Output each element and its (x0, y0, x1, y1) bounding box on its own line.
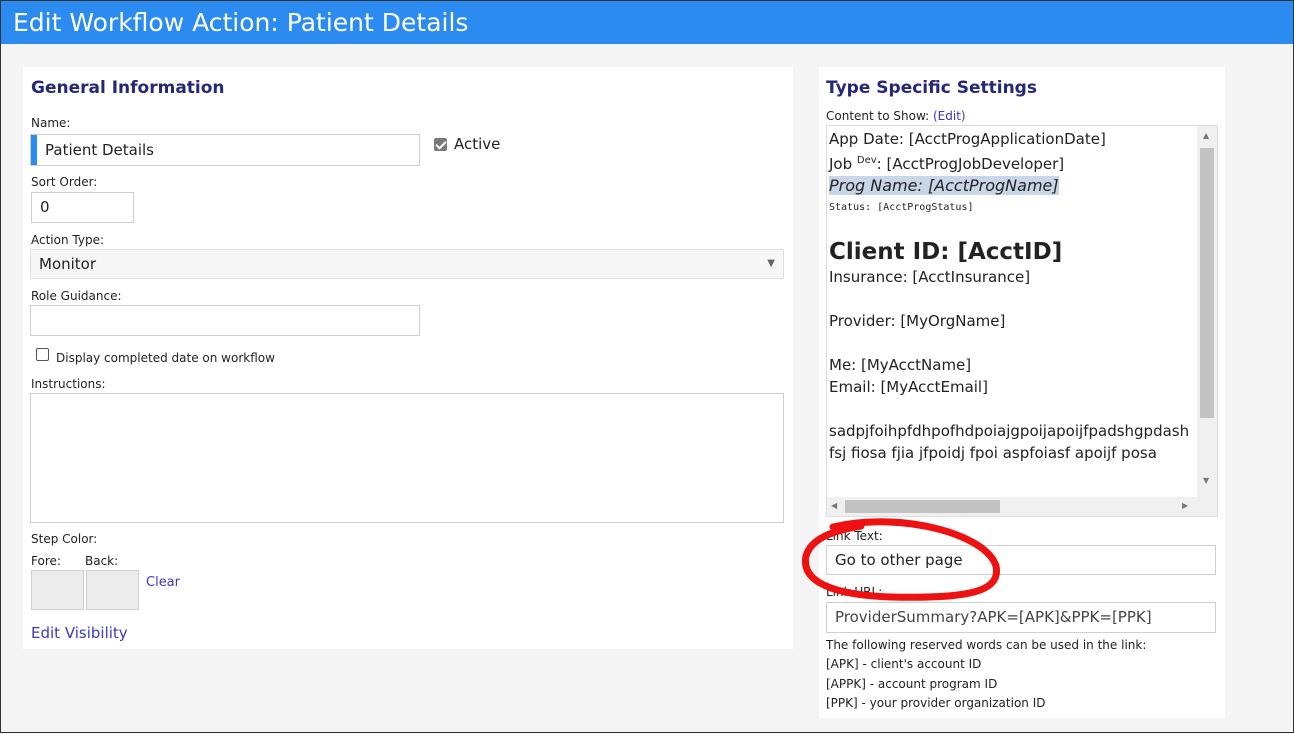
general-information-heading: General Information (31, 78, 225, 98)
window-title: Edit Workflow Action: Patient Details (1, 1, 1293, 44)
reserved-word-apk: [APK] - client's account ID (826, 657, 982, 671)
prog-name-line: Prog Name: [AcctProgName] (829, 175, 1199, 197)
sort-order-value: 0 (40, 198, 50, 216)
job-line: Job Dev: [AcctProgJobDeveloper] (829, 150, 1199, 175)
horizontal-scroll-thumb[interactable] (845, 500, 1000, 513)
email-line: Email: [MyAcctEmail] (829, 378, 988, 396)
scroll-right-icon[interactable]: ▶ (1182, 501, 1188, 510)
type-specific-heading: Type Specific Settings (826, 78, 1037, 98)
type-specific-settings-panel: Type Specific Settings Content to Show: … (819, 67, 1225, 718)
reserved-words-intro: The following reserved words can be used… (826, 638, 1147, 652)
name-field[interactable]: Patient Details (30, 134, 420, 166)
horizontal-scrollbar[interactable]: ◀ ▶ (827, 497, 1217, 516)
name-label: Name: (31, 116, 71, 130)
vertical-scroll-thumb[interactable] (1200, 148, 1214, 418)
reserved-word-ppk: [PPK] - your provider organization ID (826, 696, 1046, 710)
content-preview-text: App Date: [AcctProgApplicationDate] Job … (829, 128, 1199, 464)
job-sup: Dev (856, 155, 877, 166)
sort-order-field[interactable]: 0 (31, 192, 134, 223)
app-date-line: App Date: [AcctProgApplicationDate] (829, 130, 1106, 148)
clear-link[interactable]: Clear (146, 575, 180, 590)
back-color-swatch[interactable] (86, 570, 139, 610)
job-prefix: Job (829, 155, 857, 173)
scroll-left-icon[interactable]: ◀ (831, 501, 837, 510)
instructions-textarea[interactable] (30, 393, 784, 523)
edit-visibility-link[interactable]: Edit Visibility (31, 624, 128, 642)
scroll-up-icon[interactable]: ▲ (1203, 131, 1209, 140)
name-value: Patient Details (45, 141, 154, 159)
content-to-show-label: Content to Show: (Edit) (826, 109, 966, 123)
step-color-label: Step Color: (31, 532, 98, 546)
role-guidance-label: Role Guidance: (31, 289, 122, 303)
instructions-label: Instructions: (31, 377, 106, 391)
active-label: Active (454, 135, 501, 153)
vertical-scrollbar[interactable]: ▲ ▼ (1197, 126, 1217, 498)
link-text-value: Go to other page (835, 551, 963, 569)
status-line: Status: [AcctProgStatus] (829, 202, 974, 213)
link-text-field[interactable]: Go to other page (826, 545, 1216, 575)
general-information-panel: General Information Name: Patient Detail… (23, 67, 793, 649)
job-suffix: : [AcctProgJobDeveloper] (876, 155, 1065, 173)
action-type-select[interactable]: Monitor ▼ (30, 249, 784, 279)
link-url-value: ProviderSummary?APK=[APK]&PPK=[PPK] (835, 608, 1152, 626)
link-url-label: Link URL: (826, 585, 883, 599)
fore-color-swatch[interactable] (31, 570, 84, 610)
content-label-text: Content to Show: (826, 109, 930, 123)
garble-line-1: sadpjfoihpfdhpofhdpoiajgpoijapoijfpadshg… (829, 422, 1190, 440)
content-edit-link[interactable]: (Edit) (933, 109, 966, 123)
insurance-line: Insurance: [AcctInsurance] (829, 268, 1031, 286)
scroll-down-icon[interactable]: ▼ (1203, 476, 1209, 485)
focus-indicator (31, 135, 37, 165)
active-checkbox[interactable] (434, 138, 447, 151)
chevron-down-icon: ▼ (767, 258, 775, 269)
prog-name-text: Prog Name: [AcctProgName] (829, 176, 1059, 195)
me-line: Me: [MyAcctName] (829, 356, 972, 374)
back-label: Back: (85, 554, 119, 568)
provider-line: Provider: [MyOrgName] (829, 312, 1006, 330)
role-guidance-field[interactable] (30, 305, 420, 336)
display-completed-label: Display completed date on workflow (56, 351, 275, 365)
display-completed-checkbox[interactable] (36, 348, 49, 361)
client-id-heading: Client ID: [AcctID] (829, 239, 1063, 265)
action-type-value: Monitor (39, 255, 97, 273)
reserved-word-appk: [APPK] - account program ID (826, 677, 998, 691)
action-type-label: Action Type: (31, 233, 105, 247)
sort-order-label: Sort Order: (31, 175, 98, 189)
fore-label: Fore: (31, 554, 61, 568)
link-text-label: Link Text: (826, 529, 883, 543)
content-preview[interactable]: App Date: [AcctProgApplicationDate] Job … (826, 125, 1218, 517)
link-url-field[interactable]: ProviderSummary?APK=[APK]&PPK=[PPK] (826, 602, 1216, 633)
garble-line-2: fsj fiosa fjia jfpoidj fpoi aspfoiasf ap… (829, 444, 1157, 462)
